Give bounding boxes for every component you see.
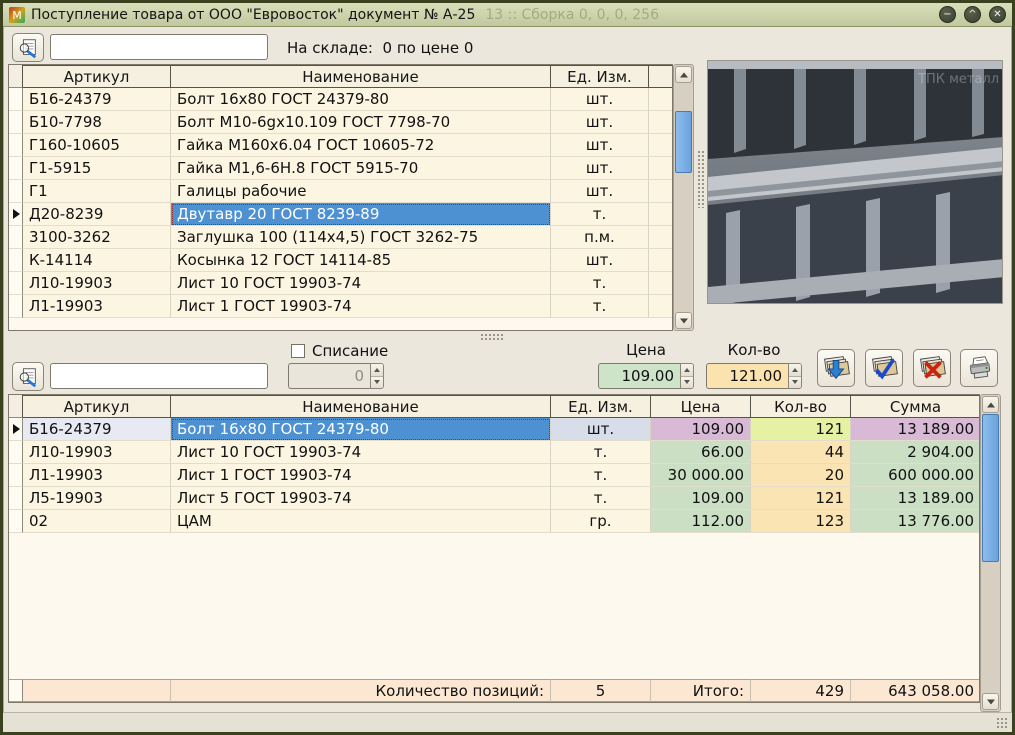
search-catalog-button[interactable] [12, 33, 44, 62]
selected-cell: Двутавр 20 ГОСТ 8239-89 [171, 203, 551, 226]
col-header-price[interactable]: Цена [651, 395, 751, 418]
price-input[interactable] [598, 363, 680, 389]
app-window: M Поступление товара от ООО "Евровосток"… [0, 0, 1015, 735]
status-bar [3, 712, 1012, 732]
spin-down-icon[interactable] [681, 377, 693, 389]
table-row-selected[interactable]: Б16-24379 Болт 16х80 ГОСТ 24379-80 шт. 1… [9, 418, 980, 441]
quantity-input[interactable] [706, 363, 788, 389]
scroll-down-icon[interactable] [982, 693, 999, 710]
search-icon [17, 366, 39, 388]
positions-scrollbar[interactable] [980, 394, 1001, 712]
photo-watermark: ТПК металл [917, 72, 999, 87]
app-icon: M [9, 7, 25, 23]
close-button[interactable]: ✕ [989, 6, 1006, 23]
col-header-unit[interactable]: Ед. Изм. [551, 395, 651, 418]
col-header-filler [649, 65, 673, 88]
table-row[interactable]: Б10-7798Болт М10-6gх10.109 ГОСТ 7798-70ш… [9, 111, 673, 134]
current-row-indicator [13, 424, 20, 434]
spin-down-icon[interactable] [371, 377, 383, 389]
printer-icon [964, 353, 994, 383]
quantity-label: Кол-во [706, 341, 802, 359]
total-label: Итого: [651, 679, 751, 702]
spin-down-icon[interactable] [789, 377, 801, 389]
spin-up-icon[interactable] [371, 364, 383, 377]
svg-text:M: M [12, 9, 22, 22]
writeoff-qty-value[interactable] [288, 363, 370, 389]
total-sum-value: 643 058.00 [851, 679, 980, 702]
vertical-splitter[interactable] [697, 150, 704, 208]
table-row[interactable]: Б16-24379Болт 16х80 ГОСТ 24379-80шт. [9, 88, 673, 111]
catalog-grid: Артикул Наименование Ед. Изм. Б16-24379Б… [8, 64, 694, 331]
spin-up-icon[interactable] [789, 364, 801, 377]
catalog-scrollbar[interactable] [673, 64, 694, 331]
resize-grip[interactable] [996, 717, 1009, 730]
table-row[interactable]: Л10-19903Лист 10 ГОСТ 19903-74т. [9, 272, 673, 295]
window-ghost-text: 13 :: Сборка 0, 0, 0, 256 [485, 7, 659, 23]
search-icon [17, 37, 39, 59]
minimize-button[interactable]: − [939, 6, 956, 23]
writeoff-checkbox-row: Списание [291, 342, 388, 360]
writeoff-label: Списание [312, 342, 388, 360]
table-row[interactable]: Г1-5915Гайка М1,6-6Н.8 ГОСТ 5915-70шт. [9, 157, 673, 180]
current-row-indicator [13, 209, 20, 219]
cardfile-down-arrow-icon [821, 353, 851, 383]
col-header-unit[interactable]: Ед. Изм. [551, 65, 649, 88]
cardfile-check-icon [869, 353, 899, 383]
indicator-header [9, 65, 23, 88]
table-row-selected[interactable]: Д20-8239 Двутавр 20 ГОСТ 8239-89 т. [9, 203, 673, 226]
table-row[interactable]: 3100-3262Заглушка 100 (114х4,5) ГОСТ 326… [9, 226, 673, 249]
horizontal-splitter[interactable] [480, 333, 504, 340]
selected-cell: Болт 16х80 ГОСТ 24379-80 [171, 418, 551, 441]
document-positions-grid: Артикул Наименование Ед. Изм. Цена Кол-в… [8, 394, 1001, 712]
search-document-button[interactable] [12, 362, 44, 391]
price-spinner [598, 363, 694, 389]
indicator-header [9, 395, 23, 418]
writeoff-qty-spinner [288, 363, 384, 389]
col-header-artikul[interactable]: Артикул [23, 65, 171, 88]
scrollbar-thumb[interactable] [982, 414, 999, 562]
table-row[interactable]: Г160-10605Гайка М160х6.04 ГОСТ 10605-72ш… [9, 134, 673, 157]
table-row[interactable]: Л1-19903Лист 1 ГОСТ 19903-74 т.30 000.00… [9, 464, 980, 487]
table-row[interactable]: К-14114Косынка 12 ГОСТ 14114-85шт. [9, 249, 673, 272]
total-qty-value: 429 [751, 679, 851, 702]
scroll-down-icon[interactable] [675, 312, 692, 329]
scrollbar-thumb[interactable] [675, 111, 692, 173]
col-header-name[interactable]: Наименование [171, 395, 551, 418]
stock-info-label: На складе: 0 по цене 0 [287, 39, 473, 57]
col-header-qty[interactable]: Кол-во [751, 395, 851, 418]
add-position-button[interactable] [817, 349, 855, 387]
document-search-input[interactable] [50, 363, 268, 389]
table-row[interactable]: 02ЦАМ гр.112.00 12313 776.00 [9, 510, 980, 533]
product-photo: ТПК металл [707, 60, 1003, 304]
delete-position-button[interactable] [913, 349, 951, 387]
scroll-up-icon[interactable] [982, 396, 999, 413]
positions-grid-header[interactable]: Артикул Наименование Ед. Изм. Цена Кол-в… [9, 395, 980, 418]
catalog-grid-header[interactable]: Артикул Наименование Ед. Изм. [9, 65, 673, 88]
cardfile-delete-icon [917, 353, 947, 383]
title-bar[interactable]: M Поступление товара от ООО "Евровосток"… [3, 3, 1012, 27]
positions-count-value: 5 [551, 679, 651, 702]
col-header-artikul[interactable]: Артикул [23, 395, 171, 418]
quantity-spinner [706, 363, 802, 389]
table-row[interactable]: Л10-19903Лист 10 ГОСТ 19903-74 т.66.00 4… [9, 441, 980, 464]
col-header-sum[interactable]: Сумма [851, 395, 980, 418]
print-button[interactable] [960, 349, 998, 387]
col-header-name[interactable]: Наименование [171, 65, 551, 88]
writeoff-checkbox[interactable] [291, 344, 305, 358]
catalog-search-input[interactable] [50, 34, 268, 60]
table-row[interactable]: Л1-19903Лист 1 ГОСТ 19903-74т. [9, 295, 673, 318]
scroll-up-icon[interactable] [675, 66, 692, 83]
totals-row: Количество позиций: 5 Итого: 429 643 058… [9, 679, 980, 702]
table-row[interactable]: Л5-19903Лист 5 ГОСТ 19903-74 т.109.00 12… [9, 487, 980, 510]
window-title: Поступление товара от ООО "Евровосток" д… [31, 7, 475, 23]
maximize-button[interactable]: ^ [964, 6, 981, 23]
confirm-positions-button[interactable] [865, 349, 903, 387]
spin-up-icon[interactable] [681, 364, 693, 377]
steel-beams-image: ТПК металл [708, 61, 1003, 304]
table-row[interactable]: Г1Галицы рабочиешт. [9, 180, 673, 203]
positions-count-label: Количество позиций: [171, 679, 551, 702]
price-label: Цена [598, 341, 694, 359]
